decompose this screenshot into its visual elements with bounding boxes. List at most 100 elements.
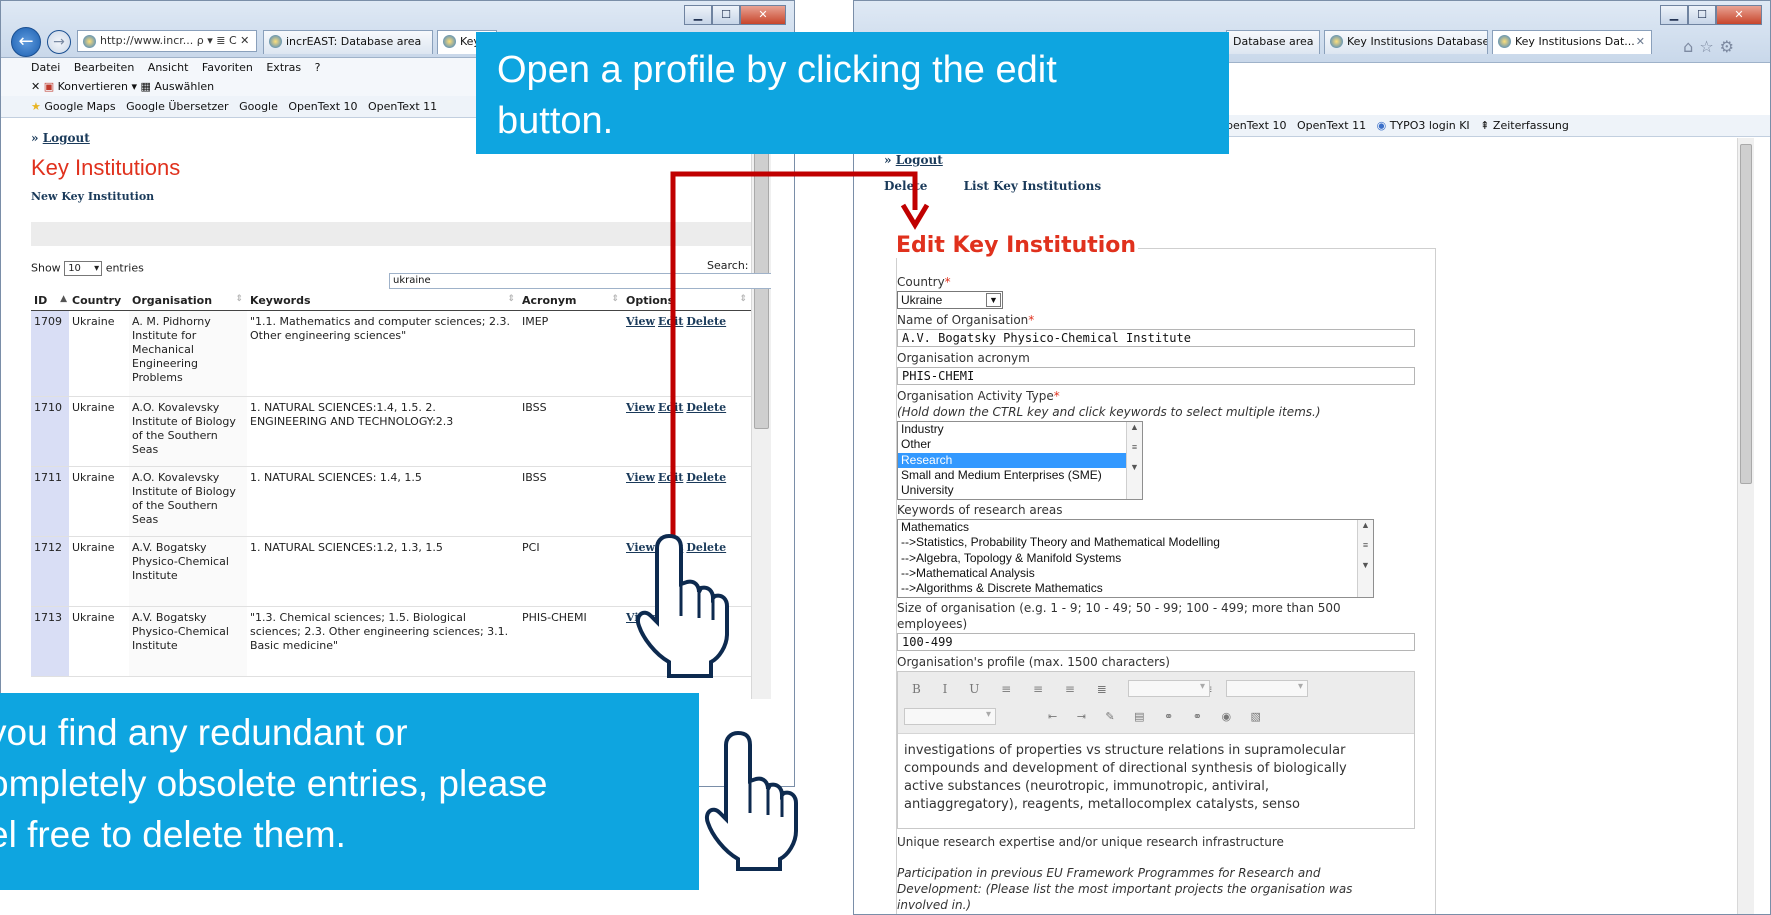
tab-key-institusions-database[interactable]: Key Institusions Database bbox=[1324, 30, 1488, 54]
action-links: Delete List Key Institutions bbox=[884, 179, 1133, 193]
cell-organisation: A.V. Bogatsky Physico-Chemical Institute bbox=[129, 536, 247, 607]
tab-key-institusions-dat[interactable]: Key Institusions Dat... ✕ bbox=[1492, 30, 1652, 54]
menu-item-ansicht[interactable]: Ansicht bbox=[148, 61, 189, 74]
edit-link[interactable]: Edit bbox=[658, 611, 683, 624]
listbox-scrollbar[interactable]: ▲ ≡ ▼ bbox=[1126, 422, 1142, 499]
listbox-option-selected[interactable]: Research bbox=[898, 452, 1142, 468]
entries-select[interactable]: 10 bbox=[64, 261, 103, 276]
delete-link[interactable]: Delete bbox=[686, 315, 726, 328]
convert-button[interactable]: Konvertieren bbox=[58, 80, 128, 93]
fav-google-uebersetzer[interactable]: Google Übersetzer bbox=[126, 100, 229, 113]
col-organisation[interactable]: Organisation ⇕ bbox=[129, 291, 247, 311]
col-acronym[interactable]: Acronym ⇕ bbox=[519, 291, 623, 311]
address-bar[interactable]: http://www.incr... ρ ▾ ≣ C ✕ bbox=[77, 30, 257, 52]
fav-opentext-11[interactable]: OpenText 11 bbox=[1297, 119, 1366, 132]
font-select[interactable] bbox=[1226, 680, 1308, 697]
window-controls: ▁ ☐ ✕ bbox=[684, 5, 786, 25]
fav-zeiterfassung[interactable]: Zeiterfassung bbox=[1493, 119, 1569, 132]
col-country[interactable]: Country bbox=[69, 291, 129, 311]
col-id[interactable]: ID ▲ bbox=[31, 291, 69, 311]
edit-link[interactable]: Edit bbox=[658, 401, 683, 414]
acronym-input[interactable]: PHIS-CHEMI bbox=[897, 367, 1415, 385]
maximize-icon[interactable]: ☐ bbox=[1688, 5, 1716, 25]
edit-link[interactable]: Edit bbox=[658, 315, 683, 328]
insert-buttons[interactable]: ⇤ ⇥ ✎ ▤ ⚭ ⚭ ◉ ▧ bbox=[1048, 710, 1269, 723]
close-icon[interactable]: ✕ bbox=[1716, 5, 1762, 25]
logout-link[interactable]: Logout bbox=[43, 131, 90, 145]
edit-link[interactable]: Edit bbox=[658, 471, 683, 484]
menu-item-extras[interactable]: Extras bbox=[266, 61, 301, 74]
favorites-star-icon[interactable]: ★ bbox=[31, 100, 44, 113]
fav-typo3-login[interactable]: TYPO3 login KI bbox=[1390, 119, 1470, 132]
menu-item-favoriten[interactable]: Favoriten bbox=[202, 61, 253, 74]
tab-database-area[interactable]: Database area bbox=[1226, 30, 1320, 54]
select-button[interactable]: Auswählen bbox=[154, 80, 214, 93]
country-select[interactable]: Ukraine ▼ bbox=[897, 291, 1003, 309]
size-select[interactable] bbox=[904, 708, 996, 725]
menu-item-bearbeiten[interactable]: Bearbeiten bbox=[74, 61, 134, 74]
menu-item-datei[interactable]: Datei bbox=[31, 61, 60, 74]
edit-link[interactable]: Edit bbox=[658, 541, 683, 554]
close-toolbar-icon[interactable]: ✕ bbox=[31, 80, 44, 93]
listbox-option[interactable]: -->Algorithms & Discrete Mathematics bbox=[898, 581, 1373, 596]
listbox-scrollbar[interactable]: ▲ ≡ ▼ bbox=[1357, 520, 1373, 597]
delete-link[interactable]: Delete bbox=[884, 179, 927, 193]
fav-google-maps[interactable]: Google Maps bbox=[44, 100, 115, 113]
view-link[interactable]: View bbox=[626, 611, 655, 624]
list-page: » Logout Key Institutions New Key Instit… bbox=[1, 119, 771, 786]
logout-link[interactable]: Logout bbox=[896, 153, 943, 167]
page-scrollbar[interactable] bbox=[1737, 138, 1754, 914]
forward-icon[interactable]: → bbox=[47, 30, 71, 54]
close-icon[interactable]: ✕ bbox=[740, 5, 786, 25]
cell-country: Ukraine bbox=[69, 466, 129, 537]
minimize-icon[interactable]: ▁ bbox=[684, 5, 712, 25]
participation-label: Participation in previous EU Framework P… bbox=[897, 866, 1321, 880]
research-listbox[interactable]: Mathematics -->Statistics, Probability T… bbox=[897, 519, 1374, 598]
size-input[interactable]: 100-499 bbox=[897, 633, 1415, 651]
profile-editor[interactable]: B I U ≡ ≡ ≡ ≣ ⋮≡ ⋮≡ ⇤ ⇥ ✎ ▤ ⚭ ⚭ ◉ ▧ inve… bbox=[897, 671, 1415, 829]
close-tab-icon[interactable]: ✕ bbox=[1636, 31, 1645, 53]
view-link[interactable]: View bbox=[626, 541, 655, 554]
listbox-option[interactable]: University bbox=[898, 483, 1142, 498]
search-label: Search: bbox=[707, 259, 749, 272]
fav-opentext-10[interactable]: penText 10 bbox=[1226, 119, 1286, 132]
new-key-institution-link[interactable]: New Key Institution bbox=[31, 190, 154, 203]
view-link[interactable]: View bbox=[626, 401, 655, 414]
activity-label: Organisation Activity Type* bbox=[897, 389, 1060, 403]
home-star-gear-icons[interactable]: ⌂☆⚙ bbox=[1683, 37, 1740, 56]
tab-database-area[interactable]: incrEAST: Database area bbox=[263, 30, 433, 54]
listbox-option[interactable]: Small and Medium Enterprises (SME) bbox=[898, 468, 1142, 483]
maximize-icon[interactable]: ☐ bbox=[712, 5, 740, 25]
minimize-icon[interactable]: ▁ bbox=[1660, 5, 1688, 25]
profile-text[interactable]: investigations of properties vs structur… bbox=[904, 742, 1408, 814]
listbox-option[interactable]: Industry bbox=[898, 422, 1142, 437]
listbox-option[interactable]: -->Statistics, Probability Theory and Ma… bbox=[898, 535, 1373, 550]
name-input[interactable]: A.V. Bogatsky Physico-Chemical Institute bbox=[897, 329, 1415, 347]
col-keywords[interactable]: Keywords ⇕ bbox=[247, 291, 519, 311]
listbox-option[interactable]: Other bbox=[898, 437, 1142, 452]
activity-listbox[interactable]: Industry Other Research Small and Medium… bbox=[897, 421, 1143, 500]
sort-icon: ⇕ bbox=[235, 294, 243, 304]
page-scrollbar[interactable] bbox=[751, 119, 771, 699]
format-select[interactable] bbox=[1128, 680, 1210, 697]
delete-link[interactable]: Delete bbox=[686, 541, 726, 554]
scrollbar-thumb[interactable] bbox=[1740, 144, 1752, 484]
view-link[interactable]: View bbox=[626, 315, 655, 328]
search-input[interactable]: ukraine bbox=[389, 273, 771, 289]
menu-item-help[interactable]: ? bbox=[315, 61, 321, 74]
delete-link[interactable]: Delete bbox=[686, 401, 726, 414]
listbox-option[interactable]: -->Algebra, Topology & Manifold Systems bbox=[898, 551, 1373, 566]
cell-acronym: IBSS bbox=[519, 396, 623, 467]
list-key-institutions-link[interactable]: List Key Institutions bbox=[964, 179, 1101, 193]
fav-opentext-11[interactable]: OpenText 11 bbox=[368, 100, 437, 113]
delete-link[interactable]: Delete bbox=[686, 611, 726, 624]
listbox-option[interactable]: Mathematics bbox=[898, 520, 1373, 535]
back-icon[interactable]: ← bbox=[11, 27, 41, 57]
cell-acronym: PHIS-CHEMI bbox=[519, 606, 623, 677]
view-link[interactable]: View bbox=[626, 471, 655, 484]
fav-opentext-10[interactable]: OpenText 10 bbox=[288, 100, 357, 113]
delete-link[interactable]: Delete bbox=[686, 471, 726, 484]
fav-google[interactable]: Google bbox=[239, 100, 278, 113]
listbox-option[interactable]: -->Mathematical Analysis bbox=[898, 566, 1373, 581]
col-options[interactable]: Options ⇕ bbox=[623, 291, 751, 311]
